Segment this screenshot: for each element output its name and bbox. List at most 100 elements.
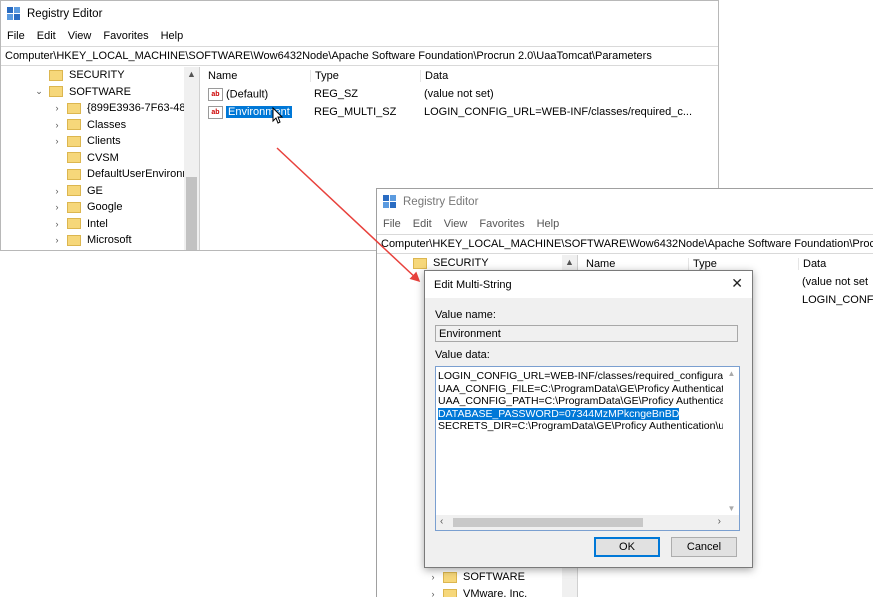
tree-item-vmware[interactable]: › VMware, Inc. xyxy=(427,586,527,597)
ab-string-icon: ab xyxy=(208,87,223,101)
value-data-textarea[interactable]: LOGIN_CONFIG_URL=WEB-INF/classes/require… xyxy=(435,366,740,531)
line-text: DATABASE_PASSWORD=07344MzMPkcngeBnBD xyxy=(438,407,680,420)
cancel-button[interactable]: Cancel xyxy=(671,537,737,557)
dialog-title: Edit Multi-String xyxy=(434,278,512,291)
ok-button[interactable]: OK xyxy=(594,537,660,557)
chevron-right-icon[interactable]: › xyxy=(51,219,63,229)
menu-help[interactable]: Help xyxy=(537,218,560,230)
textarea-vscroll[interactable]: ▲ ▼ xyxy=(724,367,739,515)
folder-icon xyxy=(49,69,63,81)
close-icon[interactable]: ✕ xyxy=(731,275,743,292)
menu-help[interactable]: Help xyxy=(161,30,184,42)
tree-item-label: Classes xyxy=(87,118,127,131)
tree-item-label: SECURITY xyxy=(433,257,489,270)
tree-item[interactable]: CVSM xyxy=(1,150,199,167)
tree-item[interactable]: › Clients xyxy=(1,133,199,150)
window-title: Registry Editor xyxy=(27,7,103,20)
scroll-up-icon[interactable]: ▲ xyxy=(562,257,577,267)
column-type[interactable]: Type xyxy=(310,70,420,82)
menu-edit[interactable]: Edit xyxy=(413,218,432,230)
chevron-right-icon[interactable]: › xyxy=(51,136,63,146)
title-bar[interactable]: Registry Editor xyxy=(1,1,718,26)
tree-item[interactable]: ⌄ SOFTWARE xyxy=(1,84,199,101)
menu-favorites[interactable]: Favorites xyxy=(103,30,148,42)
textarea-hscroll[interactable]: ‹ › xyxy=(436,515,739,530)
window-title: Registry Editor xyxy=(403,195,479,208)
value-row-default[interactable]: ab (Default) REG_SZ (value not set) xyxy=(200,85,718,103)
chevron-right-icon[interactable]: › xyxy=(427,572,439,582)
value-data-line: UAA_CONFIG_PATH=C:\ProgramData\GE\Profic… xyxy=(438,395,723,408)
column-data[interactable]: Data xyxy=(420,70,718,82)
value-data-line: DATABASE_PASSWORD=07344MzMPkcngeBnBD xyxy=(438,407,723,421)
scroll-thumb[interactable] xyxy=(186,177,197,250)
tree-item[interactable]: › Microsoft xyxy=(1,232,199,249)
menu-file[interactable]: File xyxy=(383,218,401,230)
folder-icon xyxy=(67,152,81,164)
chevron-down-icon[interactable]: ⌄ xyxy=(33,86,45,97)
chevron-right-icon[interactable]: › xyxy=(51,202,63,212)
value-name-label: Value name: xyxy=(435,309,496,321)
menu-favorites[interactable]: Favorites xyxy=(479,218,524,230)
dialog-title-bar[interactable]: Edit Multi-String ✕ xyxy=(425,271,752,298)
column-type[interactable]: Type xyxy=(688,258,798,270)
tree-item[interactable]: SECURITY xyxy=(1,67,199,84)
title-bar[interactable]: Registry Editor xyxy=(377,189,873,214)
edit-multi-string-dialog: Edit Multi-String ✕ Value name: Environm… xyxy=(424,270,753,568)
menu-view[interactable]: View xyxy=(444,218,468,230)
tree-item[interactable]: › {899E3936-7F63-4843 xyxy=(1,100,199,117)
scroll-up-icon[interactable]: ▲ xyxy=(724,369,739,378)
folder-icon xyxy=(413,257,427,269)
registry-editor-icon xyxy=(7,6,21,21)
address-bar[interactable]: Computer\HKEY_LOCAL_MACHINE\SOFTWARE\Wow… xyxy=(1,46,718,66)
line-text: SECRETS_DIR=C:\ProgramData\GE\Proficy Au… xyxy=(438,420,723,432)
ab-string-icon: ab xyxy=(208,105,223,119)
folder-icon xyxy=(443,571,457,583)
tree-item[interactable]: › Google xyxy=(1,199,199,216)
tree-item-label: Microsoft xyxy=(87,234,132,247)
line-text: UAA_CONFIG_PATH=C:\ProgramData\GE\Profic… xyxy=(438,395,723,407)
chevron-right-icon[interactable]: › xyxy=(51,186,63,196)
value-data: LOGIN_CONFIG_URL=WEB-INF/classes/require… xyxy=(424,106,693,118)
tree-item[interactable]: › Classes xyxy=(1,117,199,134)
line-text: UAA_CONFIG_FILE=C:\ProgramData\GE\Profic… xyxy=(438,382,723,395)
value-data-line: SECRETS_DIR=C:\ProgramData\GE\Proficy Au… xyxy=(438,420,723,433)
tree-item-label: Clients xyxy=(87,135,121,148)
list-header: Name Type Data xyxy=(200,67,718,85)
tree-item[interactable]: DefaultUserEnvironn xyxy=(1,166,199,183)
tree-item[interactable]: › Intel xyxy=(1,216,199,233)
address-bar[interactable]: Computer\HKEY_LOCAL_MACHINE\SOFTWARE\Wow… xyxy=(377,234,873,254)
folder-icon xyxy=(67,218,81,230)
tree-item[interactable]: › GE xyxy=(1,183,199,200)
tree-item-label: Google xyxy=(87,201,123,214)
folder-icon xyxy=(67,135,81,147)
tree-item-label: CVSM xyxy=(87,151,119,164)
chevron-right-icon[interactable]: › xyxy=(51,103,63,113)
line-text: LOGIN_CONFIG_URL=WEB-INF/classes/require… xyxy=(438,370,723,382)
tree-item-label: SOFTWARE xyxy=(463,571,525,584)
column-name[interactable]: Name xyxy=(200,70,310,82)
value-name-field[interactable]: Environment xyxy=(435,325,738,342)
menu-view[interactable]: View xyxy=(68,30,92,42)
column-data[interactable]: Data xyxy=(798,258,873,270)
column-name[interactable]: Name xyxy=(578,258,688,270)
tree-scrollbar[interactable]: ▲ xyxy=(184,67,199,250)
tree-item-label: Intel xyxy=(87,217,108,230)
scroll-down-icon[interactable]: ▼ xyxy=(724,504,739,513)
value-name: (Default) xyxy=(226,87,269,100)
scroll-left-icon[interactable]: ‹ xyxy=(440,516,443,527)
chevron-right-icon[interactable]: › xyxy=(51,235,63,245)
tree-item-software[interactable]: › SOFTWARE xyxy=(427,569,525,586)
chevron-right-icon[interactable]: › xyxy=(51,120,63,130)
menu-bar: File Edit View Favorites Help xyxy=(1,26,718,46)
scroll-up-icon[interactable]: ▲ xyxy=(184,69,199,79)
menu-file[interactable]: File xyxy=(7,30,25,42)
value-data-line: UAA_CONFIG_FILE=C:\ProgramData\GE\Profic… xyxy=(438,383,723,396)
hscroll-thumb[interactable] xyxy=(453,518,643,527)
folder-icon xyxy=(49,86,63,98)
tree-item-label: GE xyxy=(87,184,103,197)
folder-icon xyxy=(67,234,81,246)
scroll-right-icon[interactable]: › xyxy=(718,516,721,527)
key-tree: SECURITY ⌄ SOFTWARE › {899E3936-7F63-4843 › Cl… xyxy=(1,67,200,250)
menu-edit[interactable]: Edit xyxy=(37,30,56,42)
menu-bar: File Edit View Favorites Help xyxy=(377,214,873,234)
